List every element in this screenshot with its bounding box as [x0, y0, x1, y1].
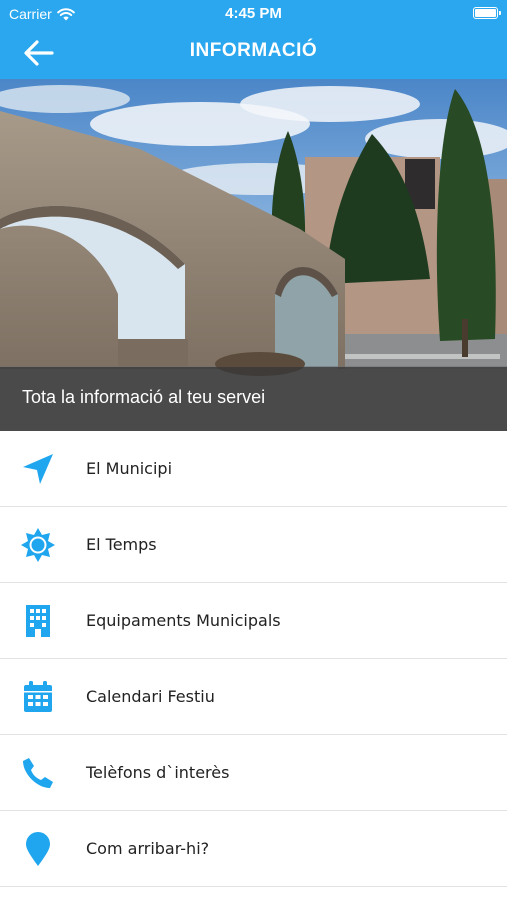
menu-item-label: Com arribar-hi? [86, 839, 210, 858]
status-bar: Carrier 4:45 PM [0, 0, 507, 28]
info-menu: El Municipi El Temps Equipaments Municip… [0, 431, 507, 887]
page-title: INFORMACIÓ [189, 40, 318, 61]
navigation-bar: INFORMACIÓ [0, 28, 507, 79]
menu-item-label: El Municipi [86, 459, 173, 478]
menu-item-el-municipi[interactable]: El Municipi [0, 431, 507, 507]
menu-item-equipaments[interactable]: Equipaments Municipals [0, 583, 507, 659]
menu-item-el-temps[interactable]: El Temps [0, 507, 507, 583]
menu-item-label: Equipaments Municipals [86, 611, 281, 630]
phone-icon [23, 758, 53, 788]
status-time: 4:45 PM [225, 5, 282, 22]
hero-banner: Tota la informació al teu servei [0, 79, 507, 431]
top-bar: Carrier 4:45 PM INFORMACIÓ [0, 0, 507, 79]
menu-item-com-arribar[interactable]: Com arribar-hi? [0, 811, 507, 887]
sun-icon [21, 528, 55, 562]
building-icon [26, 605, 50, 637]
menu-item-label: Calendari Festiu [86, 687, 215, 706]
menu-item-label: El Temps [86, 535, 157, 554]
map-pin-icon [26, 832, 50, 866]
menu-item-label: Telèfons d`interès [86, 763, 230, 782]
hero-caption-bar: Tota la informació al teu servei [0, 367, 507, 431]
hero-caption: Tota la informació al teu servei [22, 387, 266, 407]
calendar-icon [24, 681, 52, 712]
menu-item-telefons[interactable]: Telèfons d`interès [0, 735, 507, 811]
battery-icon [473, 7, 501, 19]
location-arrow-icon [23, 454, 53, 484]
menu-item-calendari[interactable]: Calendari Festiu [0, 659, 507, 735]
